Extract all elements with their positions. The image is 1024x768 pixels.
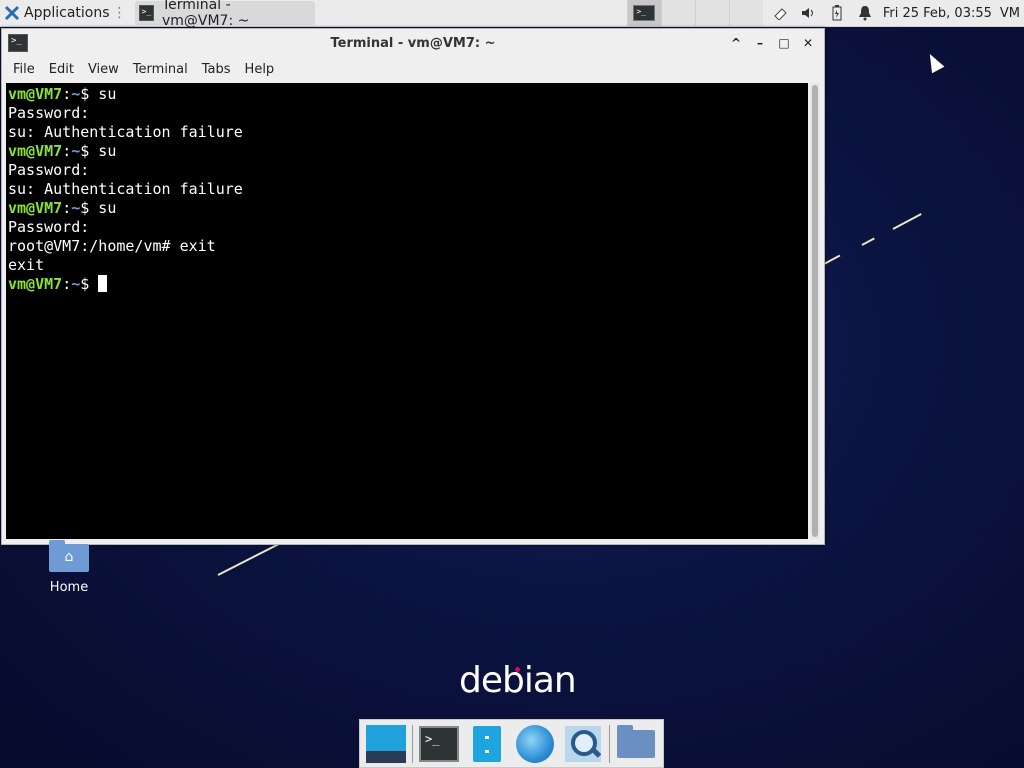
dock-separator — [412, 724, 413, 763]
magnifier-icon — [565, 725, 601, 762]
user-menu[interactable]: VM — [1000, 6, 1020, 21]
menu-view[interactable]: View — [81, 62, 126, 77]
prompt-user: vm@VM7 — [8, 275, 63, 293]
dock — [359, 719, 664, 768]
menu-edit[interactable]: Edit — [42, 62, 81, 77]
prompt-path: ~ — [71, 199, 81, 217]
terminal-line: su: Authentication failure — [8, 123, 243, 141]
terminal-icon — [633, 5, 656, 21]
terminal-launcher[interactable] — [417, 722, 461, 766]
home-folder-icon: ⌂ — [49, 540, 89, 572]
clock[interactable]: Fri 25 Feb, 03:55 — [883, 6, 992, 21]
prompt-user: vm@VM7 — [8, 199, 63, 217]
prompt-user: vm@VM7 — [8, 142, 63, 160]
terminal-window: Terminal - vm@VM7: ~ ^ – □ ✕ File Edit V… — [1, 28, 825, 545]
workspace-2[interactable] — [660, 0, 695, 26]
desktop-home-icon[interactable]: ⌂ Home — [36, 540, 102, 595]
shade-button[interactable]: ^ — [728, 35, 744, 51]
workspace-4[interactable] — [728, 0, 763, 26]
terminal-line: vm@VM7:~$ su — [8, 85, 117, 103]
prompt-command: $ su — [80, 85, 117, 103]
close-button[interactable]: ✕ — [800, 35, 816, 51]
scrollbar-thumb[interactable] — [812, 85, 818, 537]
menu-file[interactable]: File — [6, 62, 42, 77]
prompt-command: $ su — [80, 142, 117, 160]
terminal-line: Password: — [8, 161, 90, 179]
prompt-command: $ — [80, 275, 99, 293]
scrollbar[interactable] — [810, 83, 820, 539]
background-streak — [861, 237, 875, 246]
workspace-1[interactable] — [626, 0, 661, 26]
terminal-text: vm@VM7:~$ su Password: su: Authentication … — [6, 83, 808, 296]
folder-launcher[interactable] — [614, 722, 658, 766]
text-cursor — [98, 275, 108, 292]
network-icon[interactable] — [773, 5, 789, 21]
top-panel: Applications ⋮ Terminal - vm@VM7: ~ Fri … — [0, 0, 1024, 29]
taskbar-terminal-label: Terminal - vm@VM7: ~ — [161, 0, 250, 29]
terminal-line: vm@VM7:~$ su — [8, 199, 117, 217]
minimize-button[interactable]: – — [752, 35, 768, 51]
volume-icon[interactable] — [801, 5, 817, 21]
background-streak — [217, 542, 281, 576]
file-cabinet-icon — [473, 725, 501, 762]
terminal-line: Password: — [8, 104, 90, 122]
web-browser-launcher[interactable] — [513, 722, 557, 766]
terminal-icon — [419, 725, 459, 762]
maximize-button[interactable]: □ — [776, 35, 792, 51]
battery-icon[interactable] — [829, 5, 845, 21]
terminal-icon — [138, 5, 154, 21]
show-desktop-icon — [366, 724, 406, 763]
prompt-path: ~ — [71, 142, 81, 160]
menu-help[interactable]: Help — [238, 62, 282, 77]
terminal-line: vm@VM7:~$ — [8, 275, 806, 294]
applications-menu[interactable]: Applications ⋮ — [0, 0, 131, 26]
terminal-icon[interactable] — [8, 34, 28, 52]
menu-separator-icon: ⋮ — [112, 5, 127, 21]
menu-bar: File Edit View Terminal Tabs Help — [2, 57, 824, 81]
globe-icon — [516, 724, 554, 763]
workspace-3[interactable] — [694, 0, 729, 26]
notification-bell-icon[interactable] — [857, 5, 873, 21]
prompt-path: ~ — [71, 85, 81, 103]
terminal-output[interactable]: vm@VM7:~$ su Password: su: Authentication … — [6, 83, 808, 539]
taskbar-terminal-button[interactable]: Terminal - vm@VM7: ~ — [134, 0, 315, 29]
window-title: Terminal - vm@VM7: ~ — [330, 35, 496, 51]
applications-label: Applications — [24, 5, 110, 21]
prompt-command: $ su — [80, 199, 117, 217]
folder-icon — [617, 724, 655, 758]
window-titlebar[interactable]: Terminal - vm@VM7: ~ ^ – □ ✕ — [2, 29, 824, 57]
background-streak — [823, 254, 841, 265]
terminal-line: root@VM7:/home/vm# exit — [8, 237, 216, 255]
xfce-logo-icon — [4, 5, 20, 21]
terminal-line: su: Authentication failure — [8, 180, 243, 198]
show-desktop-button[interactable] — [364, 722, 408, 766]
terminal-line: Password: — [8, 218, 90, 236]
menu-tabs[interactable]: Tabs — [195, 62, 238, 77]
system-tray — [763, 5, 883, 21]
dock-separator — [609, 724, 610, 763]
home-label: Home — [49, 580, 89, 595]
background-streak — [892, 213, 922, 230]
prompt-path: ~ — [71, 275, 81, 293]
menu-terminal[interactable]: Terminal — [126, 62, 195, 77]
debian-logo-dot — [515, 667, 520, 672]
file-manager-launcher[interactable] — [465, 722, 509, 766]
terminal-line: vm@VM7:~$ su — [8, 142, 117, 160]
app-finder-launcher[interactable] — [561, 722, 605, 766]
prompt-user: vm@VM7 — [8, 85, 63, 103]
workspace-switcher — [626, 0, 763, 26]
terminal-line: exit — [8, 256, 45, 274]
